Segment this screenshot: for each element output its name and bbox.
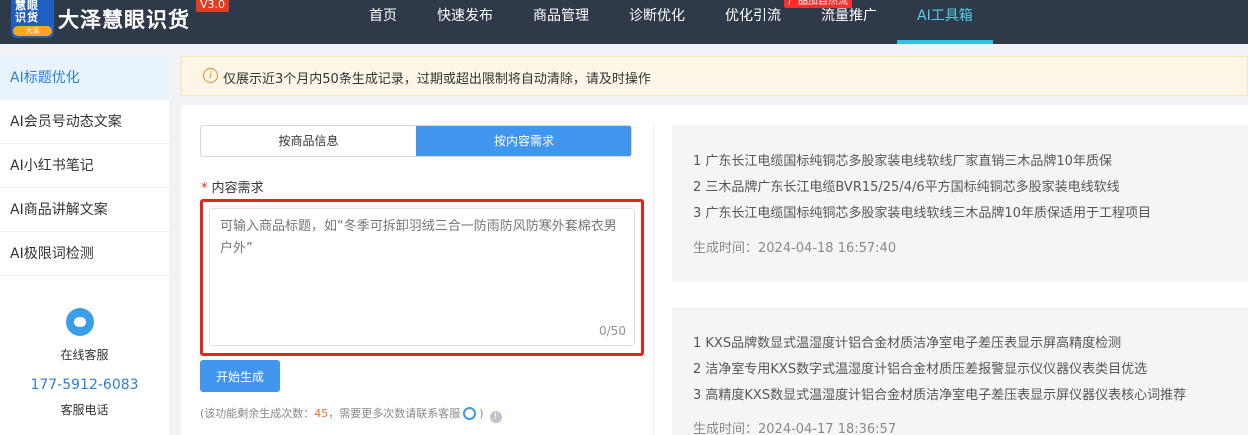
result-line: 1 KXS品牌数显式温湿度计铝合金材质洁净室电子差压表显示屏高精度检测 [693, 336, 1122, 351]
result-line: 2 三木品牌广东长江电缆BVR15/25/4/6平方国标纯铜芯多股家装电线软线 [693, 180, 1120, 195]
customer-service-icon[interactable] [66, 308, 94, 336]
remaining-count-hint: (该功能剩余生成次数：45，需要更多次数请联系客服)! [200, 405, 502, 423]
tab-by-content[interactable]: 按内容需求 [416, 126, 631, 156]
remain-suffix: ，需要更多次数请联系客服 [328, 407, 461, 420]
char-counter: 0/50 [599, 324, 626, 338]
time-label: 生成时间： [693, 422, 759, 435]
notice-text: 仅展示近3个月内50条生成记录，过期或超出限制将自动清除，请及时操作 [223, 72, 651, 87]
time-label: 生成时间： [693, 241, 759, 256]
time-value: 2024-04-17 18:36:57 [758, 422, 897, 435]
remain-prefix: (该功能剩余生成次数： [200, 407, 315, 420]
input-highlight-box: 0/50 [200, 199, 644, 356]
main-panel: 按商品信息 按内容需求 *内容需求 0/50 开始生成 (该功能剩余生成次数：4… [181, 105, 1248, 435]
result-card: 1 广东长江电缆国标纯铜芯多股家装电线软线厂家直销三木品牌10年质保 2 三木品… [672, 125, 1248, 282]
result-time: 生成时间：2024-04-17 18:36:57 [693, 418, 896, 435]
sidebar-item-product-explain[interactable]: AI商品讲解文案 [0, 188, 169, 232]
result-line: 3 高精度KXS数显式温湿度计铝合金材质洁净室电子差压表显示屏仪器仪表核心词推荐 [693, 388, 1187, 403]
sidebar-item-member-copy[interactable]: AI会员号动态文案 [0, 100, 169, 144]
time-value: 2024-04-18 16:57:40 [758, 241, 897, 256]
service-phone: 177-5912-6083 [30, 377, 139, 393]
remain-close: ) [479, 407, 484, 420]
logo[interactable]: 慧眼 识货 大泽 [11, 0, 54, 38]
service-phone-label: 客服电话 [60, 403, 109, 417]
panel-divider [653, 123, 654, 435]
remain-count: 45 [314, 407, 329, 420]
mode-tabs: 按商品信息 按内容需求 [200, 125, 632, 157]
result-line: 3 广东长江电缆国标纯铜芯多股家装电线软线三木品牌10年质保适用于工程项目 [693, 206, 1151, 221]
sidebar: AI标题优化 AI会员号动态文案 AI小红书笔记 AI商品讲解文案 AI极限词检… [0, 56, 169, 435]
promo-badge: 产品加自然流 [784, 0, 852, 8]
top-navigation: 慧眼 识货 大泽 大泽慧眼识货 V3.0 首页 快速发布 商品管理 诊断优化 优… [0, 0, 1248, 44]
logo-tag: 大泽 [13, 26, 52, 36]
tab-by-product[interactable]: 按商品信息 [201, 126, 416, 156]
info-icon: i [203, 68, 218, 83]
notice-banner: i 仅展示近3个月内50条生成记录，过期或超出限制将自动清除，请及时操作 [181, 56, 1248, 96]
result-card: 1 KXS品牌数显式温湿度计铝合金材质洁净室电子差压表显示屏高精度检测 2 洁净… [672, 307, 1248, 435]
active-nav-indicator [897, 40, 993, 44]
help-icon[interactable]: ! [489, 411, 502, 423]
smile-icon[interactable] [463, 407, 477, 420]
sidebar-item-xiaohongshu[interactable]: AI小红书笔记 [0, 144, 169, 188]
nav-home[interactable]: 首页 [369, 0, 397, 44]
result-line: 2 洁净室专用KXS数字式温湿度计铝合金材质压差报警显示仪仪器仪表类目优选 [693, 362, 1148, 377]
nav-diagnosis[interactable]: 诊断优化 [629, 0, 685, 44]
content-requirement-label: * 内容需求 [201, 181, 264, 196]
nav-quick-publish[interactable]: 快速发布 [437, 0, 493, 44]
brand-name: 大泽慧眼识货 [58, 8, 190, 32]
logo-line2: 识货 [15, 11, 39, 24]
sidebar-item-ai-title[interactable]: AI标题优化 [0, 56, 169, 100]
online-service-label[interactable]: 在线客服 [0, 346, 169, 363]
nav-traffic-optimize[interactable]: 优化引流 [725, 0, 781, 44]
version-badge: V3.0 [196, 0, 230, 12]
start-generate-button[interactable]: 开始生成 [200, 360, 280, 392]
sidebar-item-forbidden-words[interactable]: AI极限词检测 [0, 232, 169, 276]
result-line: 1 广东长江电缆国标纯铜芯多股家装电线软线厂家直销三木品牌10年质保 [693, 154, 1112, 169]
nav-ai-toolbox[interactable]: AI工具箱 [917, 0, 973, 44]
nav-product-management[interactable]: 商品管理 [533, 0, 589, 44]
content-requirement-input[interactable] [209, 208, 635, 346]
field-label: 内容需求 [211, 181, 264, 196]
result-time: 生成时间：2024-04-18 16:57:40 [693, 237, 896, 256]
